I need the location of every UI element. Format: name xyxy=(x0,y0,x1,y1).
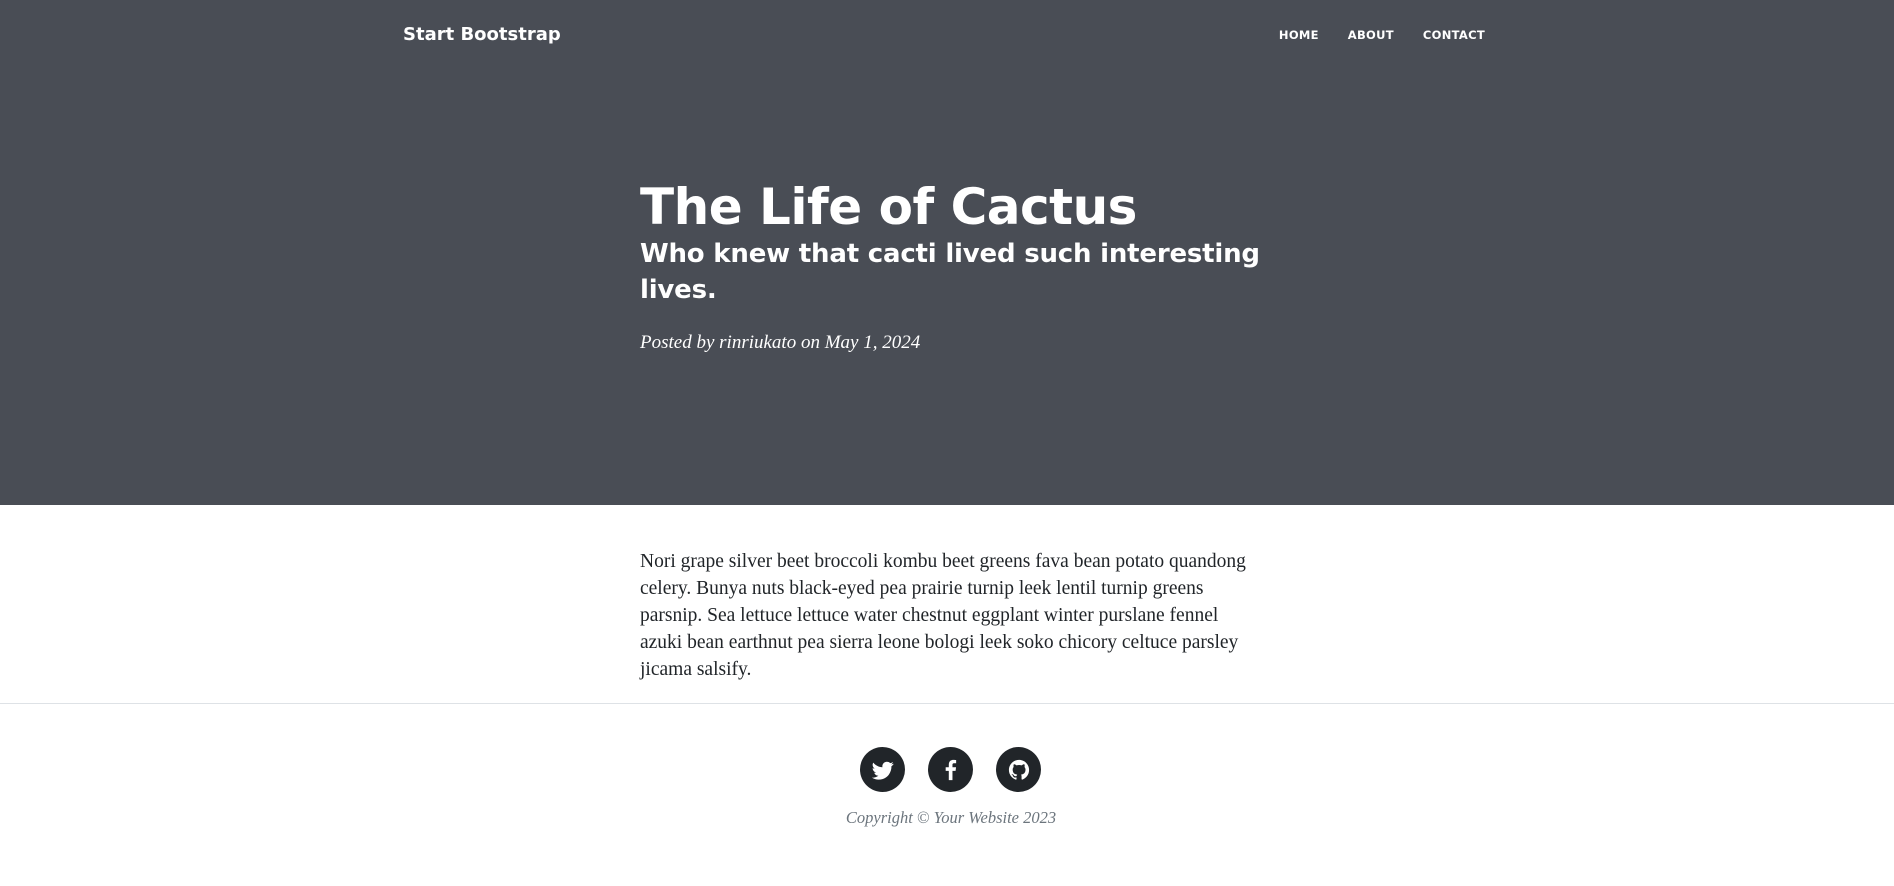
meta-prefix: Posted by xyxy=(640,332,715,353)
nav-link-contact[interactable]: CONTACT xyxy=(1423,28,1485,42)
author-link[interactable]: rinriukato xyxy=(719,332,796,353)
post-subtitle: Who knew that cacti lived such interesti… xyxy=(640,239,1260,305)
nav-links: HOME ABOUT CONTACT xyxy=(1250,28,1485,42)
social-links xyxy=(860,747,1064,792)
meta-on: on xyxy=(800,332,820,353)
github-icon xyxy=(1008,759,1029,780)
navbar: Start Bootstrap HOME ABOUT CONTACT xyxy=(0,0,1894,70)
post-meta: Posted by rinriukato on May 1, 2024 xyxy=(640,331,1280,355)
twitter-button[interactable] xyxy=(860,747,905,792)
facebook-button[interactable] xyxy=(928,747,973,792)
nav-link-home[interactable]: HOME xyxy=(1279,28,1319,42)
post-title: The Life of Cactus xyxy=(640,178,1137,236)
post-date: May 1, 2024 xyxy=(824,332,921,353)
post-content: Nori grape silver beet broccoli kombu be… xyxy=(640,548,1260,683)
nav-link-about[interactable]: ABOUT xyxy=(1348,28,1394,42)
brand-link[interactable]: Start Bootstrap xyxy=(403,24,561,46)
copyright-text: Copyright © Your Website 2023 xyxy=(845,808,1057,827)
post-body: Nori grape silver beet broccoli kombu be… xyxy=(640,551,1246,680)
masthead: Start Bootstrap HOME ABOUT CONTACT The L… xyxy=(0,0,1894,505)
facebook-icon xyxy=(945,759,956,780)
twitter-icon xyxy=(871,761,894,780)
github-button[interactable] xyxy=(996,747,1041,792)
post-heading: The Life of Cactus Who knew that cacti l… xyxy=(640,176,1280,355)
footer-divider xyxy=(0,703,1894,704)
